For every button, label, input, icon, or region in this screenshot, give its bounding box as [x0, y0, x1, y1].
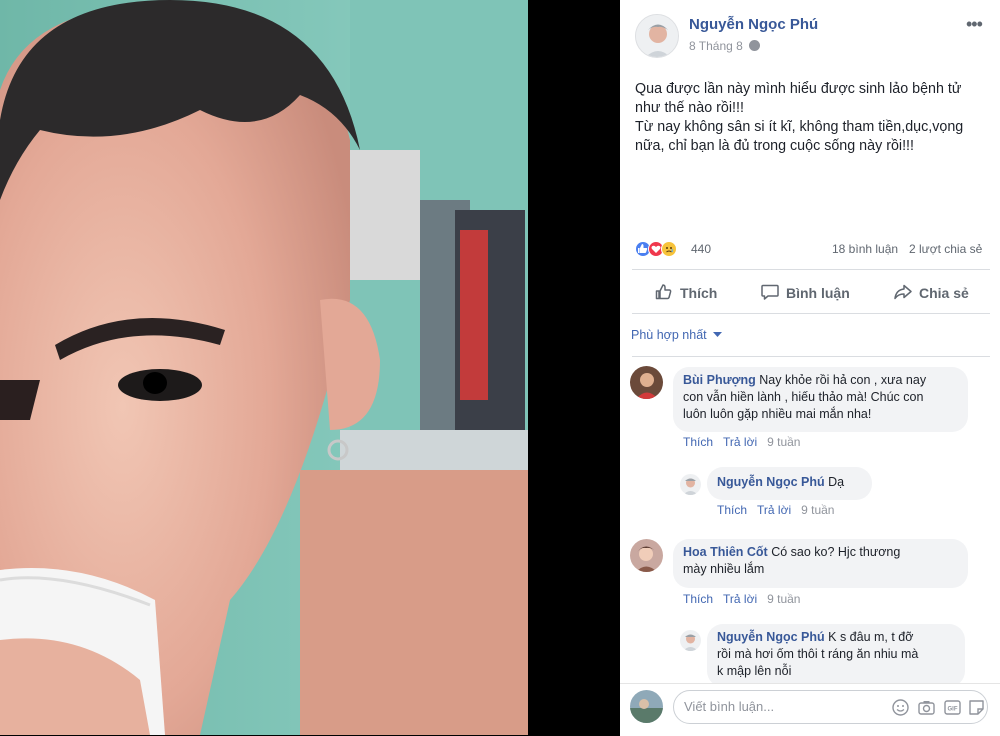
comment-count[interactable]: 18 bình luận — [832, 242, 898, 256]
reply-bubble: Nguyễn Ngọc Phú Dạ — [707, 467, 872, 500]
commenter-name[interactable]: Hoa Thiên Cốt — [683, 545, 768, 559]
commenter-name[interactable]: Bùi Phượng — [683, 373, 756, 387]
comment-text: con vẫn hiền lành , hiếu thảo mà! Chúc c… — [683, 390, 924, 404]
comment-actions: Thích Trả lời 9 tuần — [683, 592, 810, 606]
comment-reply-link[interactable]: Trả lời — [757, 503, 791, 517]
comment-text: K s đâu m, t đỡ — [828, 630, 914, 644]
reply-avatar[interactable] — [680, 630, 701, 651]
comment-time[interactable]: 9 tuần — [767, 592, 800, 606]
reply-bubble: Nguyễn Ngọc Phú K s đâu m, t đỡ rồi mà h… — [707, 624, 965, 687]
commenter-avatar[interactable] — [630, 539, 663, 572]
share-count[interactable]: 2 lượt chia sẻ — [909, 242, 982, 256]
post-meta: 8 Tháng 8 — [689, 39, 760, 53]
comment-actions: Thích Trả lời 9 tuần — [683, 435, 810, 449]
comment-text: luôn luôn gặp nhiều mai mắn nha! — [683, 407, 872, 421]
emoji-icon[interactable] — [892, 699, 909, 716]
post-date[interactable]: 8 Tháng 8 — [689, 39, 743, 53]
comment-time[interactable]: 9 tuần — [801, 503, 834, 517]
comment-reply-link[interactable]: Trả lời — [723, 592, 757, 606]
sort-label: Phù hợp nhất — [631, 328, 707, 342]
comment-label: Bình luận — [786, 285, 850, 301]
comment-input[interactable]: Viết bình luận... — [673, 690, 988, 724]
selfie-photo — [0, 0, 528, 735]
reaction-count[interactable]: 440 — [691, 242, 711, 256]
share-label: Chia sẻ — [919, 285, 969, 301]
comment-like-link[interactable]: Thích — [683, 592, 713, 606]
post-text: Qua được lần này mình hiểu được sinh lảo… — [635, 80, 985, 156]
comment-sort-dropdown[interactable]: Phù hợp nhất — [631, 328, 723, 342]
divider — [632, 269, 990, 270]
post-text-line: Qua được lần này mình hiểu được sinh lảo… — [635, 81, 962, 97]
sad-reaction-icon[interactable] — [661, 241, 677, 257]
svg-text:GIF: GIF — [948, 707, 958, 713]
commenter-name[interactable]: Nguyễn Ngọc Phú — [717, 475, 825, 489]
comment-like-link[interactable]: Thích — [717, 503, 747, 517]
globe-icon — [748, 40, 760, 51]
commenter-name[interactable]: Nguyễn Ngọc Phú — [717, 630, 825, 644]
author-name[interactable]: Nguyễn Ngọc Phú — [689, 16, 818, 33]
more-icon[interactable]: ••• — [966, 14, 983, 35]
comment-text: Dạ — [828, 475, 845, 489]
comment-text: Nay khỏe rồi hả con , xưa nay — [759, 373, 927, 387]
comment-like-link[interactable]: Thích — [683, 435, 713, 449]
viewer-avatar — [630, 690, 663, 723]
post-photo[interactable] — [0, 0, 528, 735]
author-avatar[interactable] — [635, 14, 679, 58]
thumbs-up-icon — [655, 284, 672, 300]
comment-placeholder: Viết bình luận... — [684, 699, 775, 714]
comment-text: rồi mà hơi ốm thôi t ráng ăn nhiu mà — [717, 647, 919, 661]
like-button[interactable]: Thích — [654, 282, 717, 302]
camera-icon[interactable] — [918, 699, 935, 716]
divider — [632, 313, 990, 314]
comment-text: Có sao ko? Hjc thương — [771, 545, 901, 559]
backdrop — [528, 0, 620, 735]
comment-bubble: Hoa Thiên Cốt Có sao ko? Hjc thương mày … — [673, 539, 968, 588]
comment-bubble: Bùi Phượng Nay khỏe rồi hả con , xưa nay… — [673, 367, 968, 432]
comment-time[interactable]: 9 tuần — [767, 435, 800, 449]
reaction-summary: 440 18 bình luận 2 lượt chia sẻ — [635, 240, 990, 260]
share-button[interactable]: Chia sẻ — [893, 282, 969, 302]
chevron-down-icon — [713, 332, 723, 337]
reply-avatar[interactable] — [680, 474, 701, 495]
gif-icon[interactable]: GIF — [944, 699, 961, 716]
like-label: Thích — [680, 285, 718, 301]
post-text-line: Từ nay không sân si ít kĩ, không tham ti… — [635, 119, 964, 135]
divider — [632, 356, 990, 357]
commenter-avatar[interactable] — [630, 366, 663, 399]
share-icon — [894, 284, 912, 300]
comment-button[interactable]: Bình luận — [760, 282, 850, 302]
comment-text: mày nhiều lắm — [683, 562, 765, 576]
comment-text: k mập lên nỗi — [717, 664, 792, 678]
post-text-line: như thế nào rồi!!! — [635, 100, 744, 116]
comment-icon — [761, 284, 779, 300]
sticker-icon[interactable] — [968, 699, 985, 716]
comment-reply-link[interactable]: Trả lời — [723, 435, 757, 449]
post-text-line: nữa, chỉ bạn là đủ trong cuộc sống này r… — [635, 138, 914, 154]
comment-actions: Thích Trả lời 9 tuần — [717, 503, 844, 517]
